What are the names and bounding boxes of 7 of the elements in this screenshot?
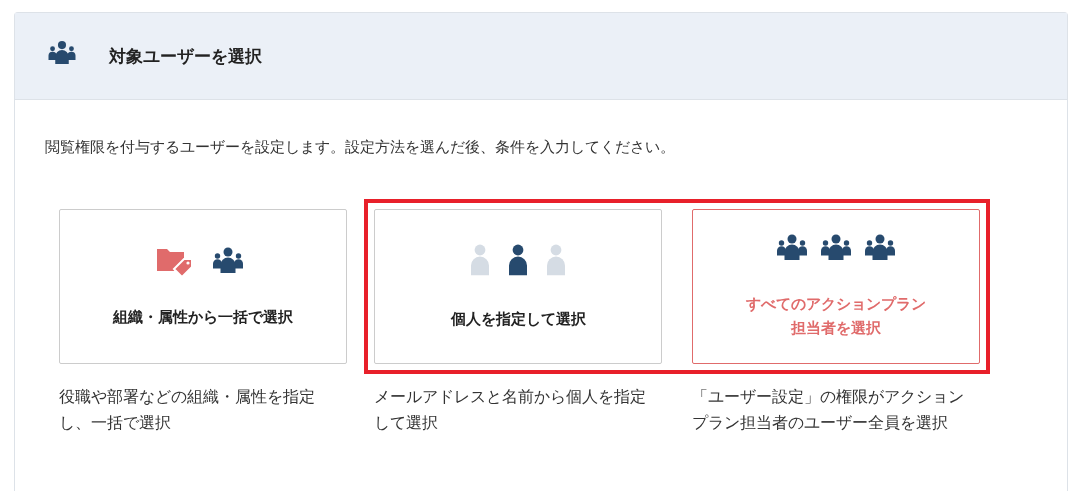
option-description: 「ユーザー設定」の権限がアクションプラン担当者のユーザー全員を選択 (692, 386, 965, 434)
option-card[interactable]: 個人を指定して選択 (374, 209, 662, 364)
option-description: メールアドレスと名前から個人を指定して選択 (374, 386, 647, 434)
instruction-text: 閲覧権限を付与するユーザーを設定します。設定方法を選んだ後、条件を入力してください。 (45, 138, 676, 157)
option-card[interactable]: 組織・属性から一括で選択 (59, 209, 347, 364)
option-description: 役職や部署などの組織・属性を指定し、一括で選択 (59, 386, 316, 434)
panel-title: 対象ユーザーを選択 (109, 44, 262, 68)
